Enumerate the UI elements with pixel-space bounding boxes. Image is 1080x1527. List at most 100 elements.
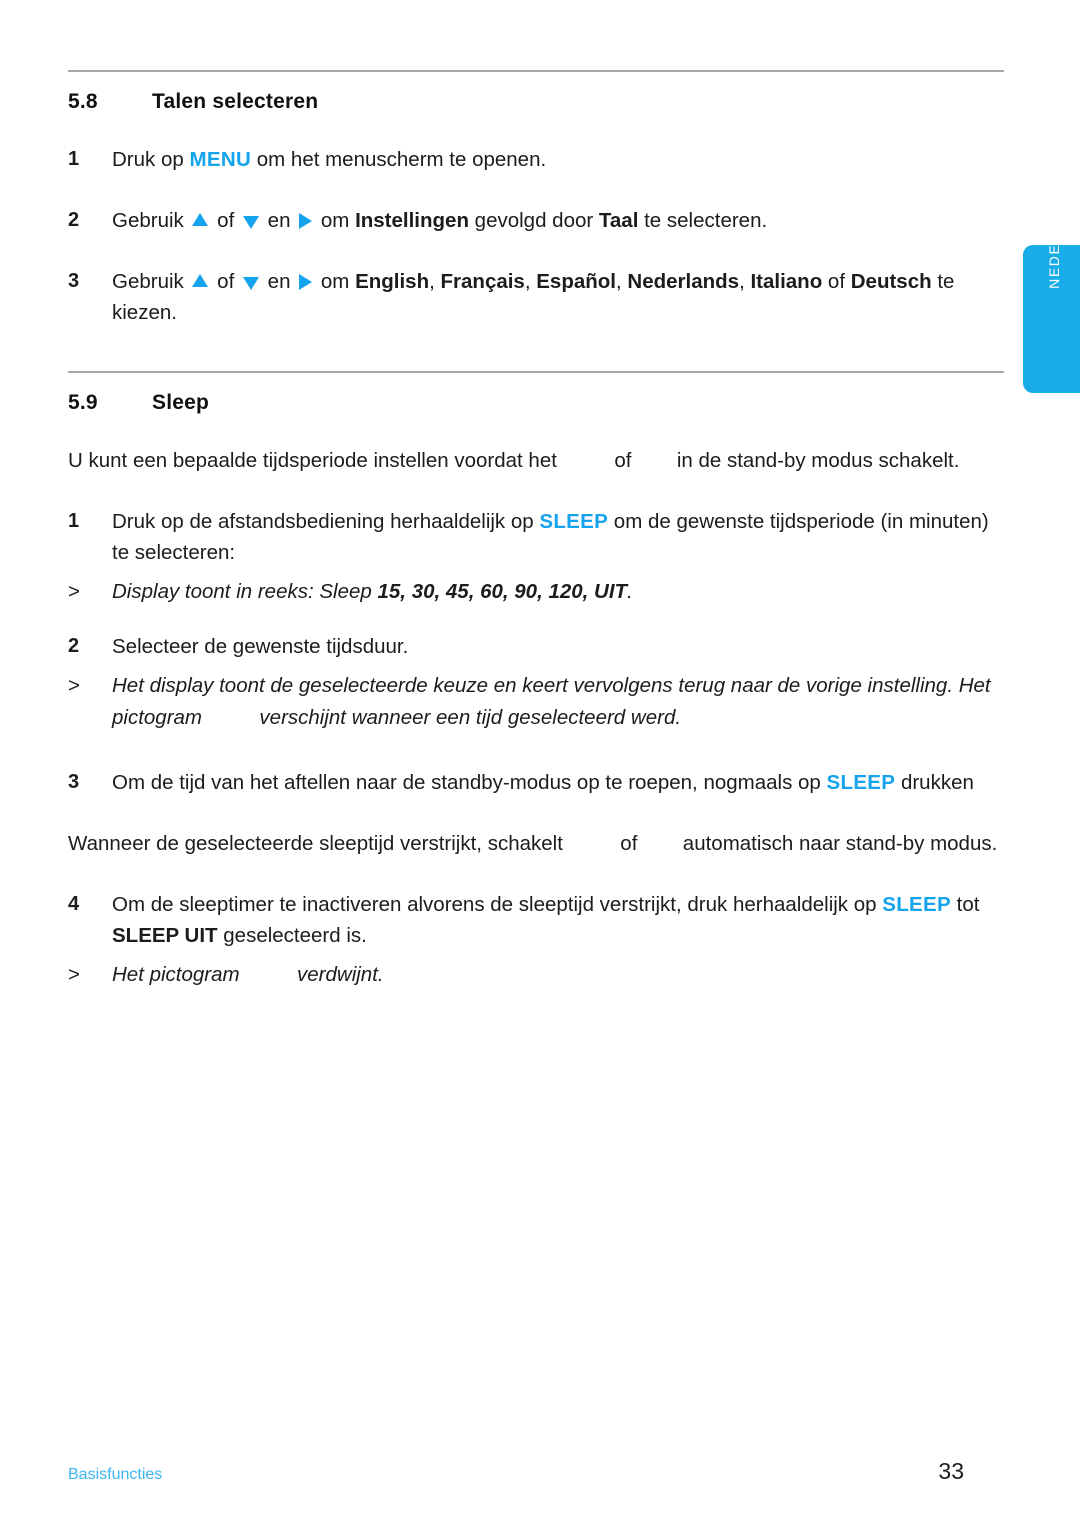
step-text-frag: of <box>211 209 240 233</box>
step-text-frag: tot <box>950 893 980 917</box>
step-number: 2 <box>68 209 80 232</box>
paragraph-frag: in de stand-by modus schakelt. <box>671 448 960 472</box>
step-text-frag: Druk op de afstandsbediening herhaaldeli… <box>112 509 540 533</box>
step-text: Om de tijd van het aftellen naar de stan… <box>112 767 1004 798</box>
step-number: 3 <box>68 770 80 793</box>
result-text: Het display toont de geselecteerde keuze… <box>112 670 1004 732</box>
result-59-2: > Het display toont de geselecteerde keu… <box>68 670 1004 732</box>
menu-item-instellingen: Instellingen <box>355 209 469 233</box>
step-59-3: 3 Om de tijd van het aftellen naar de st… <box>68 767 1004 798</box>
page-content: 5.8 Talen selecteren 1 Druk op MENU om h… <box>68 70 1004 991</box>
arrow-up-icon <box>192 274 209 288</box>
step-number: 1 <box>68 509 80 532</box>
language-option-francais: Français <box>440 270 525 294</box>
step-58-2: 2 Gebruik of en om Instellingen gevolgd … <box>68 205 1004 236</box>
separator: , <box>524 270 537 294</box>
step-text: Druk op de afstandsbediening herhaaldeli… <box>112 506 1004 568</box>
result-text: Display toont in reeks: Sleep 15, 30, 45… <box>112 576 1004 607</box>
step-text-pre: Druk op <box>112 148 190 171</box>
language-option-nederlands: Nederlands <box>627 270 740 294</box>
section-heading-59: 5.9 Sleep <box>68 391 1004 415</box>
step-text-frag: Om de tijd van het aftellen naar de stan… <box>112 770 827 794</box>
step-text-frag: en <box>261 270 297 294</box>
result-text: Het pictogram verdwijnt. <box>112 959 1004 990</box>
step-number: 1 <box>68 148 80 170</box>
paragraph-frag: of <box>608 448 638 472</box>
result-59-3: > Het pictogram verdwijnt. <box>68 959 1004 990</box>
display-value-sleep-uit: SLEEP UIT <box>112 924 218 948</box>
key-sleep: SLEEP <box>826 770 896 794</box>
language-tab-label: NEDERLANDS <box>1046 177 1062 289</box>
step-text-frag: gevolgd door <box>468 209 599 233</box>
step-text-frag: om <box>315 270 356 294</box>
arrow-up-icon <box>192 213 209 227</box>
step-59-4: 4 Om de sleeptimer te inactiveren alvore… <box>68 889 1004 951</box>
result-marker: > <box>68 674 80 698</box>
sleep-timer-values: 15, 30, 45, 60, 90, 120, UIT <box>377 580 628 604</box>
footer-page-number: 33 <box>938 1458 964 1484</box>
result-text-frag: verdwijnt. <box>291 963 384 987</box>
separator: , <box>429 270 441 294</box>
step-59-1: 1 Druk op de afstandsbediening herhaalde… <box>68 506 1004 568</box>
menu-item-taal: Taal <box>598 209 639 233</box>
arrow-down-icon <box>242 277 259 291</box>
separator: , <box>739 270 751 294</box>
step-text-frag: om <box>315 209 356 233</box>
section-number-59: 5.9 <box>68 390 98 414</box>
language-tab-nederlands[interactable]: NEDERLANDS <box>1023 177 1080 393</box>
step-text-frag: Gebruik <box>112 209 190 233</box>
result-59-1: > Display toont in reeks: Sleep 15, 30, … <box>68 576 1004 607</box>
step-number: 2 <box>68 635 80 658</box>
step-text: Selecteer de gewenste tijdsduur. <box>112 635 409 659</box>
manual-page: 5.8 Talen selecteren 1 Druk op MENU om h… <box>0 0 1080 1527</box>
section-divider-58 <box>68 70 1004 72</box>
step-text-frag: en <box>261 209 297 233</box>
key-sleep: SLEEP <box>882 893 951 917</box>
result-text-frag: . <box>627 580 633 604</box>
sleep-expiry-paragraph: Wanneer de geselecteerde sleeptijd verst… <box>68 828 1004 859</box>
section-number-58: 5.8 <box>68 90 98 113</box>
step-text: Druk op MENU om het menuscherm te openen… <box>112 144 1004 175</box>
paragraph-frag: U kunt een bepaalde tijdsperiode instell… <box>68 448 563 472</box>
sleep-intro-paragraph: U kunt een bepaalde tijdsperiode instell… <box>68 445 1004 476</box>
step-59-2: 2 Selecteer de gewenste tijdsduur. <box>68 631 1004 662</box>
footer-chapter-name: Basisfuncties <box>68 1466 163 1483</box>
language-option-english: English <box>355 270 430 294</box>
step-text: Om de sleeptimer te inactiveren alvorens… <box>112 889 1004 951</box>
section-title-58: Talen selecteren <box>152 90 319 113</box>
arrow-right-icon <box>299 273 313 290</box>
step-58-3: 3 Gebruik of en om English, Français, Es… <box>68 266 1004 328</box>
step-text: Gebruik of en om English, Français, Espa… <box>112 266 1004 328</box>
result-marker: > <box>68 580 80 604</box>
paragraph-frag: Wanneer de geselecteerde sleeptijd verst… <box>68 831 569 855</box>
step-text-frag: Gebruik <box>112 270 190 294</box>
paragraph-frag: of <box>614 831 644 855</box>
step-text-frag: drukken <box>895 770 974 794</box>
result-text-frag: Het pictogram <box>112 963 246 987</box>
step-text: Gebruik of en om Instellingen gevolgd do… <box>112 205 1004 236</box>
section-title-59: Sleep <box>152 390 210 414</box>
step-text-frag: Om de sleeptimer te inactiveren alvorens… <box>112 893 883 917</box>
language-option-italiano: Italiano <box>750 270 823 294</box>
result-marker: > <box>68 963 80 987</box>
page-footer: Basisfuncties 33 <box>68 1458 1004 1485</box>
step-text-frag: geselecteerd is. <box>217 924 367 948</box>
step-text-frag: te selecteren. <box>638 209 768 233</box>
language-option-deutsch: Deutsch <box>850 270 932 294</box>
step-text-frag: of <box>822 270 851 294</box>
section-divider-59 <box>68 370 1004 373</box>
section-heading-58: 5.8 Talen selecteren <box>68 90 1004 114</box>
arrow-right-icon <box>299 212 313 229</box>
step-58-1: 1 Druk op MENU om het menuscherm te open… <box>68 144 1004 175</box>
step-text-post: om het menuscherm te openen. <box>251 148 547 171</box>
step-text-frag: of <box>211 270 240 294</box>
key-menu: MENU <box>189 148 252 171</box>
step-number: 4 <box>68 893 80 916</box>
result-text-frag: Display toont in reeks: Sleep <box>112 580 378 604</box>
separator: , <box>616 270 628 294</box>
key-sleep: SLEEP <box>539 509 609 533</box>
step-number: 3 <box>68 270 80 293</box>
paragraph-frag: automatisch naar stand-by modus. <box>677 831 998 855</box>
arrow-down-icon <box>242 216 259 230</box>
language-option-espanol: Español <box>536 270 616 294</box>
